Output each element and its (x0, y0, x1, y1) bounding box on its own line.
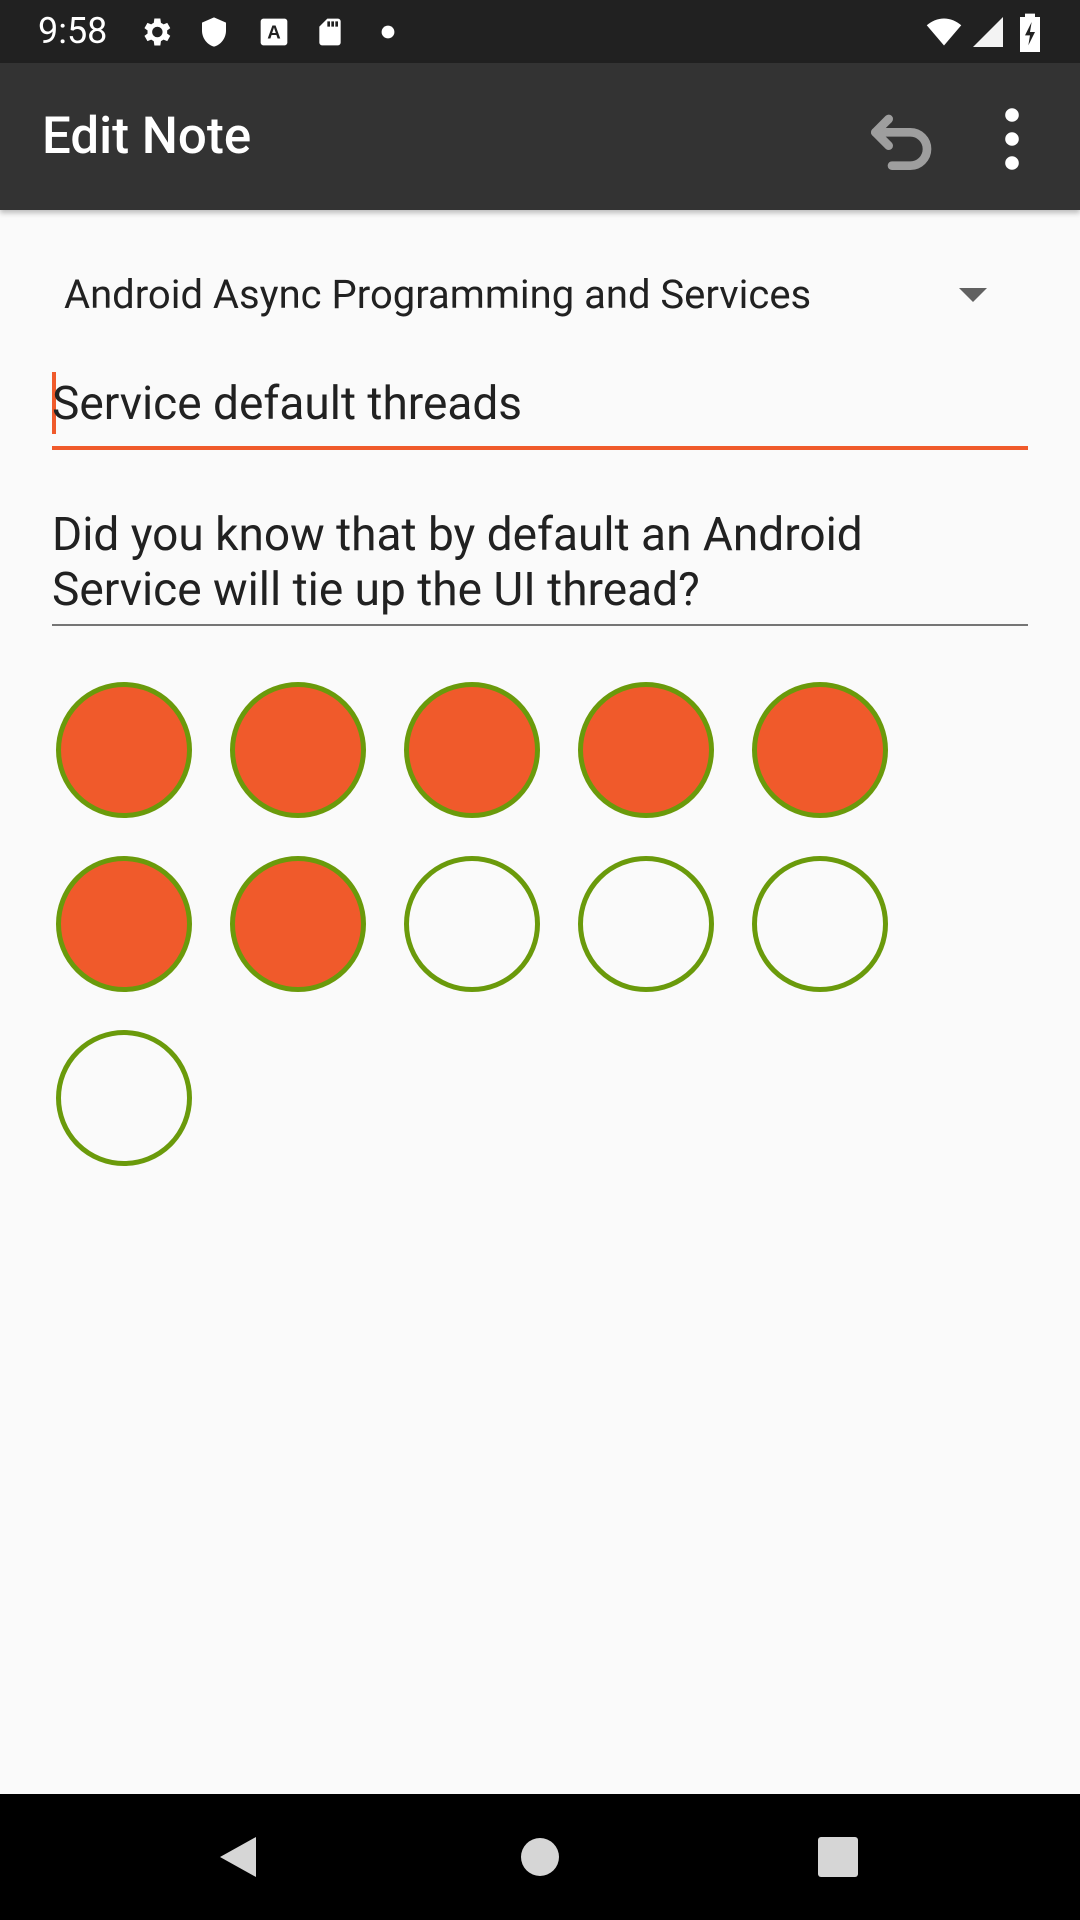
note-title-input[interactable]: Service default threads (52, 360, 1028, 450)
shield-icon (202, 17, 226, 47)
course-spinner-value: Android Async Programming and Services (64, 271, 812, 318)
back-icon (220, 1837, 256, 1877)
home-icon (521, 1838, 559, 1876)
navigation-bar (0, 1794, 1080, 1920)
battery-charging-icon (1020, 13, 1040, 52)
status-bar: 9:58 A (0, 0, 1080, 63)
svg-text:A: A (267, 22, 280, 43)
progress-dot-filled (752, 682, 888, 818)
overflow-menu-icon (1005, 108, 1019, 170)
page-title: Edit Note (42, 107, 252, 166)
note-title-value: Service default threads (52, 377, 523, 431)
progress-dot-empty (404, 856, 540, 992)
progress-dot-filled (230, 856, 366, 992)
back-button[interactable] (158, 1794, 318, 1920)
progress-dot-empty (752, 856, 888, 992)
progress-dot-empty (56, 1030, 192, 1166)
progress-dot-filled (404, 682, 540, 818)
progress-dot-filled (578, 682, 714, 818)
recents-icon (818, 1837, 858, 1877)
undo-button[interactable] (862, 99, 942, 179)
status-time: 9:58 (38, 10, 108, 52)
a-notification-icon: A (260, 18, 288, 46)
signal-icon (973, 17, 1003, 47)
progress-dot-filled (56, 856, 192, 992)
dropdown-arrow-icon (959, 288, 987, 302)
note-text-input[interactable]: Did you know that by default an Android … (52, 508, 1028, 626)
undo-icon (871, 114, 932, 171)
note-text-value: Did you know that by default an Android … (52, 508, 863, 617)
overflow-menu-button[interactable] (982, 99, 1042, 179)
progress-dot-filled (230, 682, 366, 818)
progress-dot-empty (578, 856, 714, 992)
recents-button[interactable] (758, 1794, 918, 1920)
home-button[interactable] (460, 1794, 620, 1920)
app-bar: Edit Note (0, 63, 1080, 210)
gear-icon (144, 18, 171, 46)
sd-card-icon (319, 18, 341, 46)
dot-icon (381, 25, 395, 39)
progress-dot-filled (56, 682, 192, 818)
wifi-icon (926, 18, 962, 46)
course-spinner[interactable]: Android Async Programming and Services (52, 255, 1012, 335)
